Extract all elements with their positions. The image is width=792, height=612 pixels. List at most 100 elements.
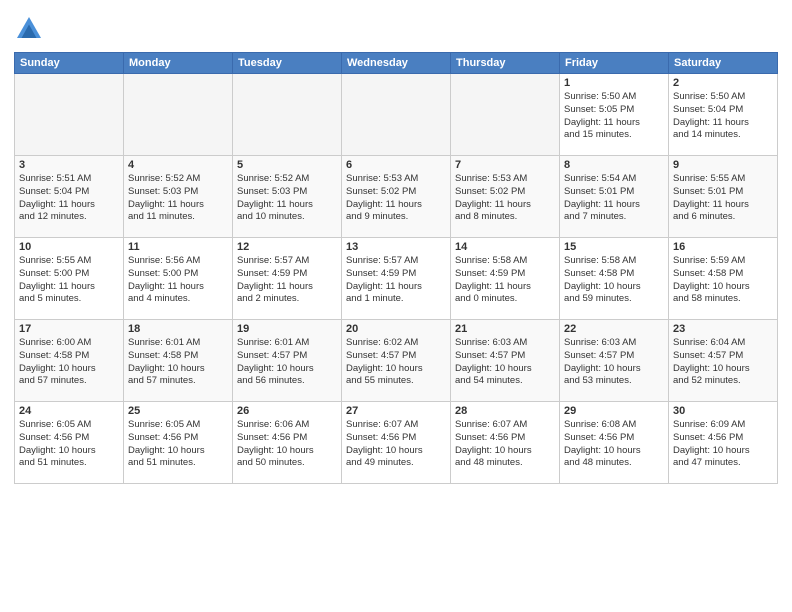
day-number: 12 [237,241,337,253]
calendar-cell: 11Sunrise: 5:56 AMSunset: 5:00 PMDayligh… [124,238,233,320]
day-info: Sunrise: 5:50 AMSunset: 5:04 PMDaylight:… [673,91,773,142]
page: SundayMondayTuesdayWednesdayThursdayFrid… [0,0,792,612]
day-number: 19 [237,323,337,335]
day-number: 15 [564,241,664,253]
day-info: Sunrise: 6:06 AMSunset: 4:56 PMDaylight:… [237,419,337,470]
day-number: 2 [673,77,773,89]
calendar-cell: 5Sunrise: 5:52 AMSunset: 5:03 PMDaylight… [233,156,342,238]
day-number: 6 [346,159,446,171]
day-info: Sunrise: 5:59 AMSunset: 4:58 PMDaylight:… [673,255,773,306]
day-number: 11 [128,241,228,253]
calendar-cell: 27Sunrise: 6:07 AMSunset: 4:56 PMDayligh… [342,402,451,484]
calendar-cell: 16Sunrise: 5:59 AMSunset: 4:58 PMDayligh… [669,238,778,320]
calendar-cell: 24Sunrise: 6:05 AMSunset: 4:56 PMDayligh… [15,402,124,484]
day-number: 5 [237,159,337,171]
logo [14,14,48,44]
calendar-cell: 3Sunrise: 5:51 AMSunset: 5:04 PMDaylight… [15,156,124,238]
weekday-header-tuesday: Tuesday [233,53,342,74]
day-info: Sunrise: 5:57 AMSunset: 4:59 PMDaylight:… [237,255,337,306]
calendar-cell: 2 Sunrise: 5:50 AMSunset: 5:04 PMDaylight… [669,74,778,156]
calendar-cell: 17Sunrise: 6:00 AMSunset: 4:58 PMDayligh… [15,320,124,402]
day-number: 13 [346,241,446,253]
day-number: 8 [564,159,664,171]
day-number: 24 [19,405,119,417]
calendar-cell: 23 Sunrise: 6:04 AMSunset: 4:57 PMDayligh… [669,320,778,402]
calendar-cell [15,74,124,156]
day-info: Sunrise: 6:02 AMSunset: 4:57 PMDaylight:… [346,337,446,388]
day-number: 7 [455,159,555,171]
week-row-4: 24 Sunrise: 6:05 AMSunset: 4:56 PMDayligh… [15,402,778,484]
day-info: Sunrise: 6:09 AMSunset: 4:56 PMDaylight:… [673,419,773,470]
calendar-cell [342,74,451,156]
day-info: Sunrise: 6:05 AMSunset: 4:56 PMDaylight:… [128,419,228,470]
day-info: Sunrise: 5:53 AMSunset: 5:02 PMDaylight:… [455,173,555,224]
day-number: 22 [564,323,664,335]
calendar-cell: 6 Sunrise: 5:53 AMSunset: 5:02 PMDaylight… [342,156,451,238]
calendar-cell: 12 Sunrise: 5:57 AMSunset: 4:59 PMDayligh… [233,238,342,320]
calendar-cell: 25 Sunrise: 6:05 AMSunset: 4:56 PMDayligh… [124,402,233,484]
logo-icon [14,14,44,44]
calendar-cell [451,74,560,156]
day-number: 27 [346,405,446,417]
calendar-cell: 10 Sunrise: 5:55 AMSunset: 5:00 PMDayligh… [15,238,124,320]
calendar-cell: 14Sunrise: 5:58 AMSunset: 4:59 PMDayligh… [451,238,560,320]
day-number: 30 [673,405,773,417]
day-info: Sunrise: 6:03 AMSunset: 4:57 PMDaylight:… [564,337,664,388]
calendar-cell: 9 Sunrise: 5:55 AMSunset: 5:01 PMDaylight… [669,156,778,238]
day-number: 23 [673,323,773,335]
calendar-cell: 21 Sunrise: 6:03 AMSunset: 4:57 PMDayligh… [451,320,560,402]
day-info: Sunrise: 6:08 AMSunset: 4:56 PMDaylight:… [564,419,664,470]
calendar-cell: 4 Sunrise: 5:52 AMSunset: 5:03 PMDaylight… [124,156,233,238]
calendar-cell [124,74,233,156]
day-info: Sunrise: 5:55 AMSunset: 5:00 PMDaylight:… [19,255,119,306]
weekday-header-thursday: Thursday [451,53,560,74]
day-number: 4 [128,159,228,171]
day-number: 21 [455,323,555,335]
calendar-cell: 29 Sunrise: 6:08 AMSunset: 4:56 PMDayligh… [560,402,669,484]
day-number: 26 [237,405,337,417]
calendar-cell: 28 Sunrise: 6:07 AMSunset: 4:56 PMDayligh… [451,402,560,484]
day-number: 1 [564,77,664,89]
weekday-header-friday: Friday [560,53,669,74]
day-info: Sunrise: 5:51 AMSunset: 5:04 PMDaylight:… [19,173,119,224]
weekday-header-row: SundayMondayTuesdayWednesdayThursdayFrid… [15,53,778,74]
calendar-cell: 30 Sunrise: 6:09 AMSunset: 4:56 PMDayligh… [669,402,778,484]
day-number: 17 [19,323,119,335]
day-info: Sunrise: 5:53 AMSunset: 5:02 PMDaylight:… [346,173,446,224]
day-number: 9 [673,159,773,171]
weekday-header-monday: Monday [124,53,233,74]
day-number: 28 [455,405,555,417]
calendar-cell: 1 Sunrise: 5:50 AMSunset: 5:05 PMDaylight… [560,74,669,156]
day-info: Sunrise: 5:58 AMSunset: 4:59 PMDaylight:… [455,255,555,306]
week-row-1: 3Sunrise: 5:51 AMSunset: 5:04 PMDaylight… [15,156,778,238]
day-info: Sunrise: 5:57 AMSunset: 4:59 PMDaylight:… [346,255,446,306]
day-info: Sunrise: 6:01 AMSunset: 4:58 PMDaylight:… [128,337,228,388]
calendar-cell: 13 Sunrise: 5:57 AMSunset: 4:59 PMDayligh… [342,238,451,320]
day-info: Sunrise: 6:04 AMSunset: 4:57 PMDaylight:… [673,337,773,388]
calendar-cell: 22 Sunrise: 6:03 AMSunset: 4:57 PMDayligh… [560,320,669,402]
week-row-3: 17Sunrise: 6:00 AMSunset: 4:58 PMDayligh… [15,320,778,402]
week-row-2: 10 Sunrise: 5:55 AMSunset: 5:00 PMDayligh… [15,238,778,320]
day-info: Sunrise: 6:03 AMSunset: 4:57 PMDaylight:… [455,337,555,388]
calendar-table: SundayMondayTuesdayWednesdayThursdayFrid… [14,52,778,484]
day-info: Sunrise: 5:58 AMSunset: 4:58 PMDaylight:… [564,255,664,306]
calendar-cell: 19 Sunrise: 6:01 AMSunset: 4:57 PMDayligh… [233,320,342,402]
calendar-cell: 7 Sunrise: 5:53 AMSunset: 5:02 PMDaylight… [451,156,560,238]
calendar-cell: 26 Sunrise: 6:06 AMSunset: 4:56 PMDayligh… [233,402,342,484]
day-number: 10 [19,241,119,253]
week-row-0: 1 Sunrise: 5:50 AMSunset: 5:05 PMDaylight… [15,74,778,156]
weekday-header-wednesday: Wednesday [342,53,451,74]
day-info: Sunrise: 6:01 AMSunset: 4:57 PMDaylight:… [237,337,337,388]
header [14,10,778,44]
day-info: Sunrise: 5:50 AMSunset: 5:05 PMDaylight:… [564,91,664,142]
day-info: Sunrise: 5:55 AMSunset: 5:01 PMDaylight:… [673,173,773,224]
calendar-cell: 8 Sunrise: 5:54 AMSunset: 5:01 PMDaylight… [560,156,669,238]
day-number: 25 [128,405,228,417]
day-info: Sunrise: 5:52 AMSunset: 5:03 PMDaylight:… [128,173,228,224]
day-info: Sunrise: 5:54 AMSunset: 5:01 PMDaylight:… [564,173,664,224]
calendar-cell [233,74,342,156]
day-number: 18 [128,323,228,335]
day-info: Sunrise: 6:07 AMSunset: 4:56 PMDaylight:… [455,419,555,470]
weekday-header-sunday: Sunday [15,53,124,74]
day-number: 29 [564,405,664,417]
